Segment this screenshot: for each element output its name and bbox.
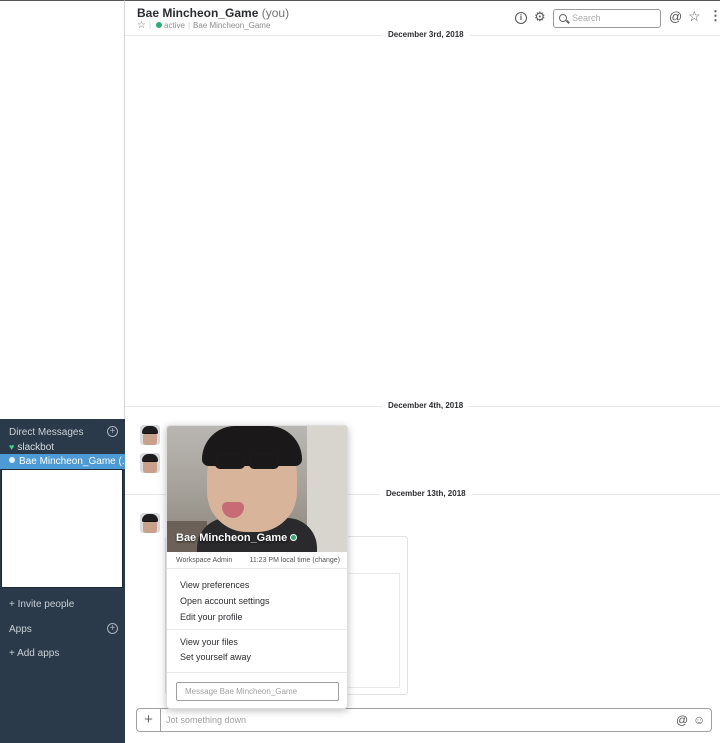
channel-title: Bae Mincheon_Game (you) (137, 6, 289, 20)
profile-name-text: Bae Mincheon_Game (176, 532, 288, 544)
channel-name: Bae Mincheon_Game (137, 6, 259, 20)
composer-placeholder: Jot something down (166, 715, 247, 725)
add-dm-icon[interactable]: + (107, 426, 118, 437)
info-icon[interactable]: i (515, 12, 527, 24)
gear-icon[interactable]: ⚙ (534, 10, 546, 23)
profile-role-row: Workspace Admin 11:23 PM local time (cha… (167, 552, 347, 569)
star-icon[interactable]: ☆ (688, 9, 701, 23)
invite-people-link[interactable]: + Invite people (9, 599, 74, 610)
profile-name: Bae Mincheon_Game (176, 532, 298, 544)
presence-dot-icon (156, 22, 163, 28)
menu-divider (167, 672, 347, 673)
search-input[interactable]: Search (553, 9, 661, 28)
presence-dot-icon (290, 534, 298, 541)
profile-role: Workspace Admin (176, 557, 233, 564)
star-outline-icon[interactable]: ☆ (137, 20, 146, 31)
avatar[interactable] (140, 513, 160, 533)
sidebar-item-label: slackbot (17, 442, 55, 453)
heart-icon: ♥ (9, 442, 15, 452)
menu-divider (167, 629, 347, 630)
sidebar-blank-area (1, 469, 123, 588)
emoji-icon[interactable]: ☺ (693, 713, 705, 727)
date-label: December 4th, 2018 (382, 401, 470, 410)
edit-profile-item[interactable]: Edit your profile (180, 612, 243, 622)
profile-local-time[interactable]: 11:23 PM local time (change) (249, 557, 340, 564)
display-name: Bae Mincheon_Game (193, 21, 271, 30)
mention-icon[interactable]: @ (669, 10, 682, 23)
apps-header[interactable]: Apps (9, 624, 32, 635)
message-composer[interactable]: + Jot something down @ ☺ (136, 708, 712, 732)
date-label: December 13th, 2018 (380, 489, 472, 498)
more-vertical-icon[interactable]: ⋮ (709, 9, 720, 22)
status-text: active (164, 21, 185, 30)
avatar[interactable] (140, 425, 160, 445)
profile-popover: Bae Mincheon_Game Workspace Admin 11:23 … (166, 425, 348, 709)
plus-icon[interactable]: + (137, 709, 161, 731)
date-label: December 3rd, 2018 (382, 30, 470, 39)
avatar[interactable] (140, 453, 160, 473)
direct-message-input[interactable]: Message Bae Mincheon_Game (176, 682, 339, 701)
add-apps-link[interactable]: + Add apps (9, 648, 59, 659)
you-suffix: (you) (261, 6, 290, 20)
mention-icon[interactable]: @ (676, 713, 688, 727)
add-app-icon[interactable]: + (107, 623, 118, 634)
presence-dot-icon (9, 457, 15, 463)
sidebar-item-slackbot[interactable]: ♥ slackbot (0, 440, 125, 455)
view-files-item[interactable]: View your files (180, 637, 238, 647)
direct-messages-header[interactable]: Direct Messages (9, 427, 83, 438)
search-icon (559, 14, 567, 22)
channel-meta: ☆ | active | Bae Mincheon_Game (137, 20, 271, 31)
set-away-item[interactable]: Set yourself away (180, 652, 251, 662)
view-preferences-item[interactable]: View preferences (180, 580, 249, 590)
open-account-settings-item[interactable]: Open account settings (180, 596, 270, 606)
search-placeholder: Search (572, 13, 601, 23)
sidebar-item-label: Bae Mincheon_Game (... (19, 456, 125, 467)
sidebar-item-bae-mincheon[interactable]: Bae Mincheon_Game (... (0, 454, 125, 469)
